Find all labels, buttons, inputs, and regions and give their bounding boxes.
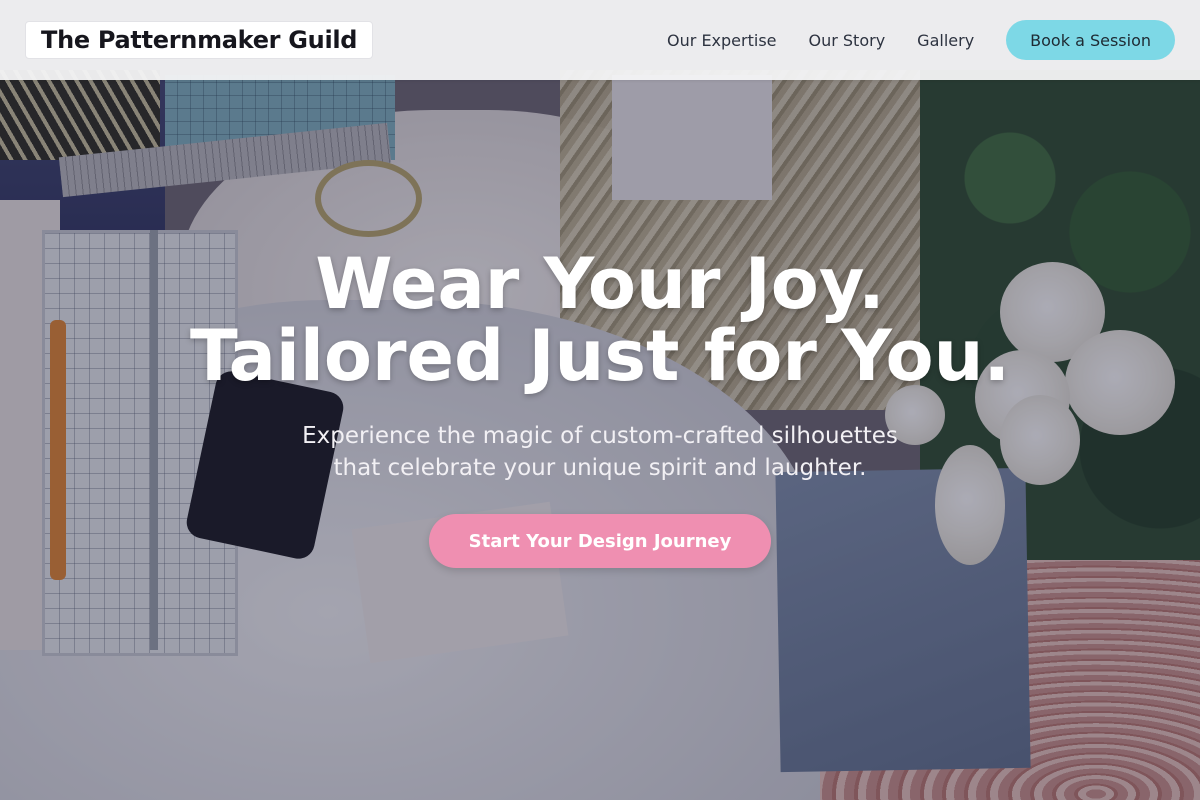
hero-section: Wear Your Joy. Tailored Just for You. Ex…	[0, 248, 1200, 568]
start-design-journey-button[interactable]: Start Your Design Journey	[429, 514, 771, 568]
book-session-button[interactable]: Book a Session	[1006, 20, 1175, 60]
site-logo[interactable]: The Patternmaker Guild	[25, 21, 374, 59]
hero-subheadline-line-2: that celebrate your unique spirit and la…	[333, 455, 867, 481]
hero-headline: Wear Your Joy. Tailored Just for You.	[0, 248, 1200, 392]
hero-subheadline-line-1: Experience the magic of custom-crafted s…	[302, 423, 898, 449]
landing-page: The Patternmaker Guild Our Expertise Our…	[0, 0, 1200, 800]
hero-headline-line-1: Wear Your Joy.	[315, 243, 885, 325]
main-nav: Our Expertise Our Story Gallery Book a S…	[667, 0, 1200, 80]
site-header: The Patternmaker Guild Our Expertise Our…	[0, 0, 1200, 80]
hero-subheadline: Experience the magic of custom-crafted s…	[0, 420, 1200, 484]
nav-link-our-expertise[interactable]: Our Expertise	[667, 31, 776, 50]
nav-link-gallery[interactable]: Gallery	[917, 31, 974, 50]
hero-headline-line-2: Tailored Just for You.	[189, 315, 1011, 397]
nav-link-our-story[interactable]: Our Story	[809, 31, 886, 50]
